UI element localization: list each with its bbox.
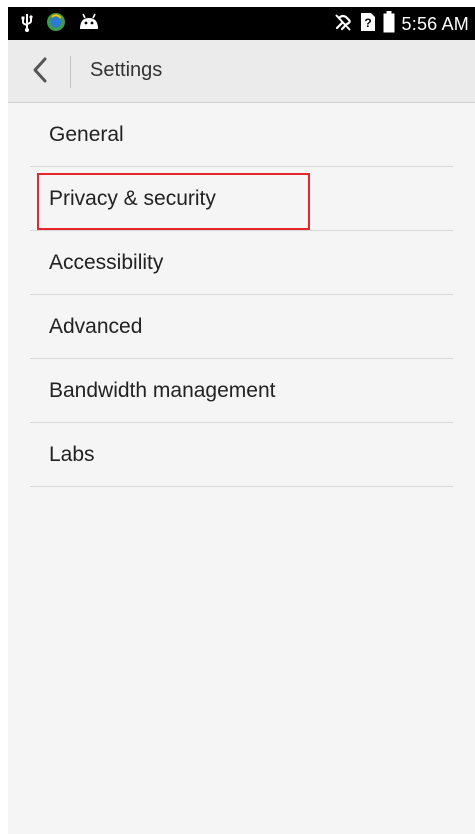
status-bar-left [20, 12, 100, 37]
mute-icon [333, 12, 353, 37]
settings-item-accessibility[interactable]: Accessibility [30, 231, 453, 295]
settings-item-label: Labs [49, 443, 95, 466]
back-button[interactable] [22, 54, 58, 90]
screen: ? 5:56 AM Settings General Privacy & sec… [8, 7, 475, 834]
battery-icon [383, 10, 395, 38]
settings-item-label: General [49, 123, 124, 146]
settings-item-label: Privacy & security [49, 187, 216, 210]
status-bar-right: ? 5:56 AM [333, 10, 469, 38]
page-title: Settings [90, 59, 163, 81]
settings-item-label: Bandwidth management [49, 379, 276, 402]
settings-item-advanced[interactable]: Advanced [30, 295, 453, 359]
browser-app-icon [46, 12, 66, 37]
settings-item-privacy-security[interactable]: Privacy & security [30, 167, 453, 231]
settings-item-bandwidth-management[interactable]: Bandwidth management [30, 359, 453, 423]
svg-text:?: ? [364, 16, 371, 30]
settings-list: General Privacy & security Accessibility… [8, 103, 475, 487]
settings-item-labs[interactable]: Labs [30, 423, 453, 487]
status-bar: ? 5:56 AM [8, 7, 475, 40]
no-sim-icon: ? [360, 12, 376, 37]
android-debug-icon [78, 13, 100, 36]
usb-icon [20, 12, 34, 37]
app-bar: Settings [8, 40, 475, 103]
settings-item-label: Advanced [49, 315, 143, 338]
settings-item-label: Accessibility [49, 251, 164, 274]
chevron-left-icon [31, 56, 49, 89]
status-time: 5:56 AM [401, 13, 469, 34]
app-bar-divider [70, 56, 71, 88]
settings-item-general[interactable]: General [30, 103, 453, 167]
